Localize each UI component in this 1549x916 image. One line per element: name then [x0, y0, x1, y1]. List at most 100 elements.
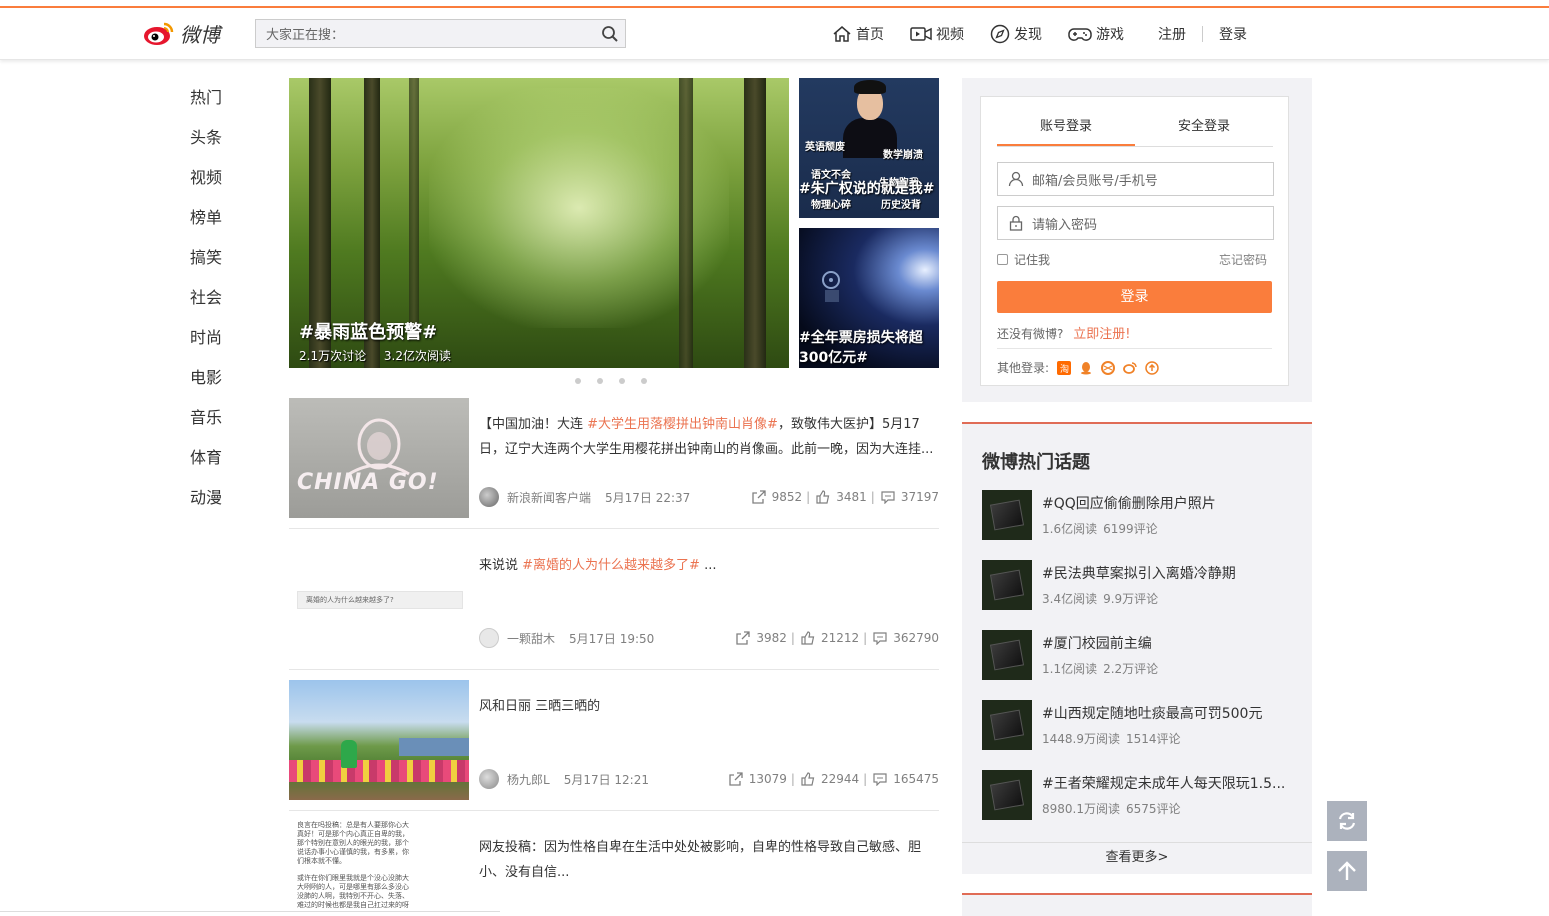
nav-game[interactable]: 游戏: [1068, 24, 1124, 44]
nav-home[interactable]: 首页: [832, 24, 884, 44]
leftnav-item[interactable]: 动漫: [190, 486, 222, 526]
feed-item[interactable]: CHINA GO! 【中国加油！大连 #大学生用落樱拼出钟南山肖像#，致敬伟大医…: [289, 398, 939, 529]
nav-login-label: 登录: [1219, 27, 1247, 43]
hot-topic-stats: 1.6亿阅读 6199评论: [1042, 520, 1164, 537]
leftnav-item[interactable]: 音乐: [190, 406, 222, 446]
like-icon[interactable]: [801, 772, 815, 786]
share-count: 9852: [771, 490, 803, 504]
leftnav-item[interactable]: 搞笑: [190, 246, 222, 286]
feed-item[interactable]: 离婚的人为什么越来越多了? 来说说 #离婚的人为什么越来越多了# ... 一颗甜…: [289, 539, 939, 670]
feed-thumbnail[interactable]: 离婚的人为什么越来越多了?: [289, 539, 469, 659]
hot-topic-name[interactable]: #厦门校园前主编: [1042, 633, 1152, 653]
login-divider: [997, 348, 1272, 349]
remember-label[interactable]: 记住我: [1014, 251, 1050, 268]
carousel-dot[interactable]: [641, 378, 647, 384]
leftnav-item[interactable]: 时尚: [190, 326, 222, 366]
share-icon[interactable]: [751, 490, 766, 504]
view-more-link[interactable]: 查看更多>: [962, 842, 1312, 876]
leftnav-item[interactable]: 热门: [190, 86, 222, 126]
username-field[interactable]: 邮箱/会员账号/手机号: [997, 162, 1274, 196]
top-nav: 首页 视频 发现 游戏 注册 登录: [832, 22, 1273, 46]
password-field[interactable]: 请输入密码: [997, 206, 1274, 240]
share-count: 13079: [748, 772, 787, 786]
feed-stats: 13079 | 22944 | 165475: [723, 772, 939, 786]
feed-text[interactable]: 网友投稿：因为性格自卑在生活中处处被影响，自卑的性格导致自己敏感、胆小、没有自信…: [479, 835, 939, 885]
leftnav-item[interactable]: 头条: [190, 126, 222, 166]
logo-text: 微博: [180, 22, 220, 47]
arrow-up-circle-icon[interactable]: [1145, 360, 1159, 375]
feed-text[interactable]: 来说说 #离婚的人为什么越来越多了# ...: [479, 553, 939, 578]
hot-topic-reads: 3.4亿阅读: [1042, 592, 1098, 606]
carousel-dot[interactable]: [597, 378, 603, 384]
sina-icon[interactable]: [1101, 360, 1116, 375]
refresh-button[interactable]: [1327, 801, 1367, 841]
feed-item[interactable]: 良言在吗投稿：总是有人要那你心大 真好！可是那个内心真正自卑的我， 那个特别在意…: [289, 821, 939, 916]
nav-video[interactable]: 视频: [910, 24, 964, 44]
tab-account-login[interactable]: 账号登录: [997, 113, 1135, 146]
feed-item[interactable]: 风和日丽 三晒三晒的 杨九郎L 5月17日 12:21 13079 | 22944…: [289, 680, 939, 811]
leftnav-item[interactable]: 电影: [190, 366, 222, 406]
share-icon[interactable]: [736, 631, 751, 645]
hot-topic-name[interactable]: #民法典草案拟引入离婚冷静期: [1042, 563, 1236, 583]
feed-text[interactable]: 风和日丽 三晒三晒的: [479, 694, 939, 719]
comment-icon[interactable]: [873, 772, 887, 786]
carousel-dot[interactable]: [619, 378, 625, 384]
leftnav-item[interactable]: 榜单: [190, 206, 222, 246]
feed-thumbnail[interactable]: 良言在吗投稿：总是有人要那你心大 真好！可是那个内心真正自卑的我， 那个特别在意…: [289, 821, 469, 916]
taobao-icon[interactable]: 淘: [1057, 360, 1072, 375]
hot-topic-name[interactable]: #王者荣耀规定未成年人每天限玩1.5...: [1042, 773, 1285, 793]
hot-topic-name[interactable]: #山西规定随地吐痰最高可罚500元: [1042, 703, 1262, 723]
qq-icon[interactable]: [1079, 361, 1093, 375]
nav-login[interactable]: 登录: [1219, 24, 1247, 44]
leftnav-item[interactable]: 视频: [190, 166, 222, 206]
like-icon[interactable]: [801, 631, 815, 645]
author-name[interactable]: 一颗甜木: [507, 630, 555, 647]
hot-topic-item[interactable]: #QQ回应偷偷删除用户照片 1.6亿阅读 6199评论: [982, 490, 1302, 540]
register-link[interactable]: 立即注册!: [1073, 327, 1130, 342]
comment-icon[interactable]: [873, 631, 887, 645]
like-icon[interactable]: [816, 490, 830, 504]
nav-discover[interactable]: 发现: [990, 24, 1042, 44]
nav-register[interactable]: 注册: [1158, 24, 1186, 44]
share-icon[interactable]: [729, 772, 743, 786]
hot-topic-thumb: [982, 770, 1032, 820]
carousel-dot[interactable]: [575, 378, 581, 384]
hot-topic-name[interactable]: #QQ回应偷偷删除用户照片: [1042, 493, 1216, 513]
hot-topic-item[interactable]: #厦门校园前主编 1.1亿阅读 2.2万评论: [982, 630, 1302, 680]
back-to-top-button[interactable]: [1327, 851, 1367, 891]
banner-side-2[interactable]: #全年票房损失将超300亿元#: [799, 228, 939, 368]
search-input[interactable]: 大家正在搜：: [266, 24, 595, 43]
like-count: 22944: [820, 772, 860, 786]
avatar[interactable]: [479, 487, 499, 507]
weibo-logo[interactable]: 微博: [142, 18, 220, 48]
leftnav-item[interactable]: 体育: [190, 446, 222, 486]
tab-secure-login[interactable]: 安全登录: [1135, 113, 1273, 146]
post-time: 5月17日 22:37: [605, 490, 691, 505]
remember-checkbox[interactable]: [997, 254, 1008, 265]
author-name[interactable]: 新浪新闻客户端: [507, 489, 591, 506]
search-icon[interactable]: [595, 20, 625, 47]
author-name[interactable]: 杨九郎L: [507, 771, 550, 788]
feed-thumbnail[interactable]: [289, 680, 469, 800]
hot-topic-item[interactable]: #王者荣耀规定未成年人每天限玩1.5... 8980.1万阅读 6575评论: [982, 770, 1302, 820]
hot-topic-thumb: [982, 700, 1032, 750]
avatar[interactable]: [479, 769, 499, 789]
feed-thumbnail[interactable]: CHINA GO!: [289, 398, 469, 518]
thumb-line: 难过的时候也都是我自己扛过来的呀: [297, 901, 409, 909]
leftnav-item[interactable]: 社会: [190, 286, 222, 326]
topic-link[interactable]: #离婚的人为什么越来越多了#: [522, 558, 700, 573]
overlay-word: 英语颓废: [805, 142, 845, 153]
weibo-share-icon[interactable]: [1123, 361, 1137, 375]
comment-icon[interactable]: [881, 490, 895, 504]
login-submit-button[interactable]: 登录: [997, 281, 1272, 313]
feed-text[interactable]: 【中国加油！大连 #大学生用落樱拼出钟南山肖像#，致敬伟大医护】5月17日，辽宁…: [479, 412, 939, 462]
search-bar[interactable]: 大家正在搜：: [255, 19, 626, 48]
banner-side-1[interactable]: 英语颓废 数学崩溃 语文不会 生物跑我 物理心碎 历史没背 #朱广权说的就是我#: [799, 78, 939, 218]
share-count: 3982: [756, 631, 787, 645]
forgot-password-link[interactable]: 忘记密码: [1219, 251, 1267, 268]
hot-topic-item[interactable]: #山西规定随地吐痰最高可罚500元 1448.9万阅读 1514评论: [982, 700, 1302, 750]
topic-link[interactable]: #大学生用落樱拼出钟南山肖像#: [587, 417, 778, 432]
avatar[interactable]: [479, 628, 499, 648]
banner-main[interactable]: #暴雨蓝色预警# 2.1万次讨论 3.2亿次阅读: [289, 78, 789, 368]
hot-topic-item[interactable]: #民法典草案拟引入离婚冷静期 3.4亿阅读 9.9万评论: [982, 560, 1302, 610]
